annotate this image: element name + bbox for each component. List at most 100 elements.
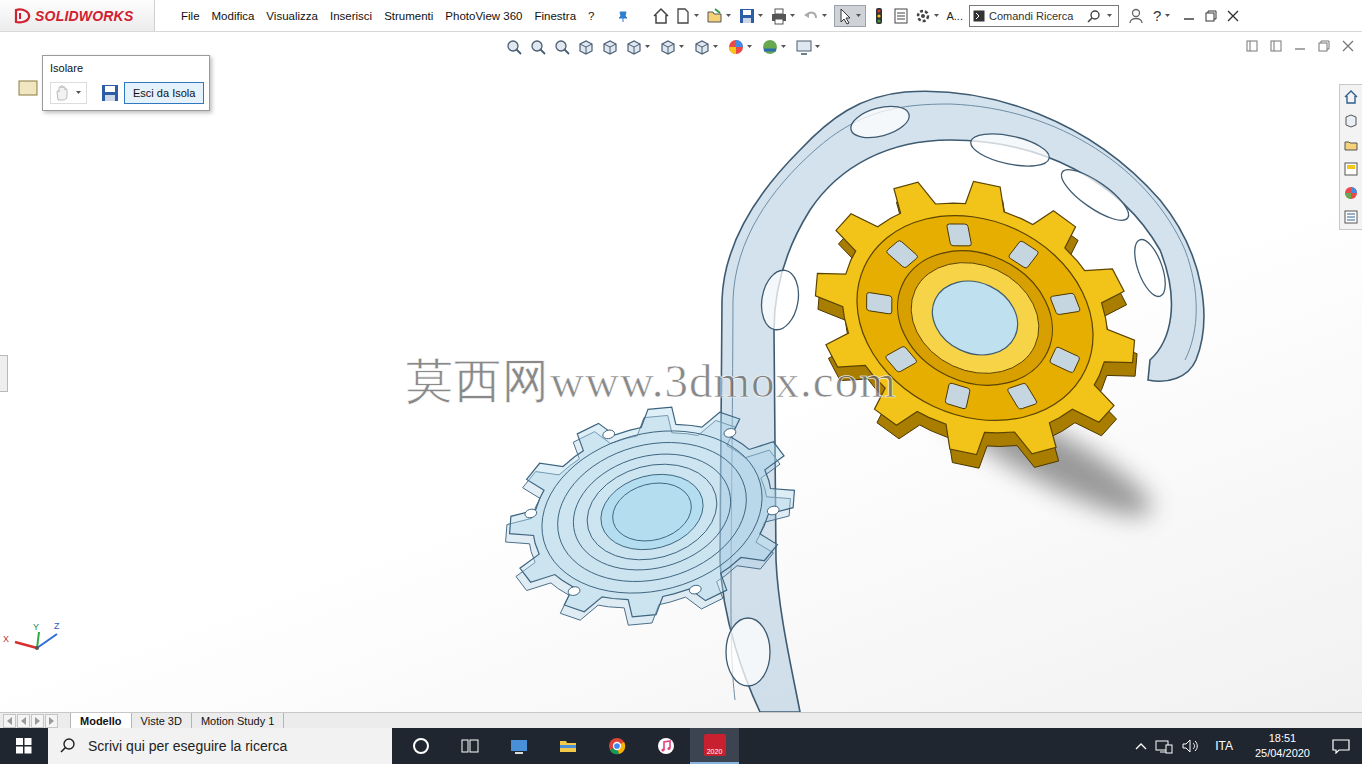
search-icon[interactable] <box>1087 9 1101 23</box>
print-icon[interactable] <box>770 7 788 25</box>
graphics-area[interactable]: 莫西网www.3dmox.comIsolareEsci da IsolaXYZ <box>0 32 1362 712</box>
dropdown-caret-icon[interactable] <box>790 14 796 18</box>
task-pane-tab[interactable] <box>1340 157 1362 181</box>
menu-item[interactable]: Inserisci <box>324 7 378 25</box>
last-tab-icon[interactable] <box>45 714 58 728</box>
model-tab-label[interactable]: Modello <box>80 715 122 727</box>
taskbar-app[interactable] <box>641 728 690 764</box>
show-hidden-icons-icon[interactable] <box>1135 741 1147 751</box>
dropdown-caret-icon[interactable] <box>1107 14 1113 18</box>
model-tab-label[interactable]: Viste 3D <box>141 715 182 727</box>
dropdown-caret-icon[interactable] <box>856 14 862 18</box>
exit-isolate-button[interactable]: Esci da Isola <box>124 82 204 104</box>
restore-view-icon[interactable] <box>1318 40 1330 52</box>
menu-item[interactable]: ? <box>582 7 600 25</box>
taskbar-app[interactable] <box>494 728 543 764</box>
taskbar-app-solidworks[interactable]: 2020 <box>690 728 739 764</box>
dropdown-caret-icon[interactable] <box>758 14 764 18</box>
minimize-view-icon[interactable] <box>1294 40 1306 52</box>
view-orientation-icon[interactable] <box>625 38 643 56</box>
model-tab[interactable]: Modello <box>70 713 132 728</box>
start-button[interactable] <box>0 728 48 764</box>
taskbar-app[interactable] <box>445 728 494 764</box>
feature-manager-icon[interactable] <box>18 79 38 97</box>
file-explorer-icon[interactable] <box>1343 137 1359 153</box>
design-library-icon[interactable] <box>1343 113 1359 129</box>
dropdown-caret-icon[interactable] <box>747 45 753 49</box>
zoom-fit-icon[interactable] <box>505 38 523 56</box>
windows-logo-icon[interactable] <box>16 738 32 754</box>
appearance-icon[interactable] <box>727 38 745 56</box>
volume-icon[interactable] <box>1181 738 1199 754</box>
file-explorer-icon[interactable] <box>558 736 578 756</box>
network-app-icon[interactable] <box>509 736 529 756</box>
cortana-icon[interactable] <box>411 736 431 756</box>
scene-icon[interactable] <box>761 38 779 56</box>
next-tab-icon[interactable] <box>31 714 44 728</box>
dropdown-caret-icon[interactable] <box>822 14 828 18</box>
dropdown-caret-icon[interactable] <box>934 14 940 18</box>
display-style-icon[interactable] <box>659 38 677 56</box>
undo-icon[interactable] <box>802 7 820 25</box>
task-pane-tab[interactable] <box>1340 109 1362 133</box>
notifications-icon[interactable] <box>1332 738 1350 754</box>
new-document-icon[interactable] <box>674 7 692 25</box>
options-icon[interactable] <box>914 7 932 25</box>
task-view-icon[interactable] <box>460 736 480 756</box>
task-pane-tab[interactable] <box>1340 205 1362 229</box>
restore-icon[interactable] <box>1205 10 1217 22</box>
select-icon[interactable] <box>836 7 854 25</box>
model-tab-label[interactable]: Motion Study 1 <box>201 715 274 727</box>
task-pane-tab[interactable] <box>1340 181 1362 205</box>
close-view-icon[interactable] <box>1342 40 1354 52</box>
dynamic-annotation-icon[interactable] <box>601 38 619 56</box>
help-label[interactable]: ? <box>1153 7 1161 24</box>
task-pane-tab[interactable] <box>1340 133 1362 157</box>
view-palette-icon[interactable] <box>1343 161 1359 177</box>
dropdown-caret-icon[interactable] <box>781 45 787 49</box>
dropdown-caret-icon[interactable] <box>713 45 719 49</box>
menu-item[interactable]: Modifica <box>206 7 261 25</box>
split-view-icon[interactable] <box>1246 40 1258 52</box>
view-triad[interactable]: XYZ <box>3 620 65 656</box>
minimize-icon[interactable] <box>1183 10 1195 22</box>
command-search[interactable]: Comandi Ricerca <box>969 5 1119 27</box>
solidworks-app-icon[interactable]: 2020 <box>704 734 726 756</box>
rebuild-icon[interactable] <box>870 7 888 25</box>
clock-date[interactable]: 25/04/2020 <box>1255 746 1310 761</box>
dropdown-caret-icon[interactable] <box>815 45 821 49</box>
menu-item[interactable]: File <box>175 7 206 25</box>
pin-icon[interactable] <box>616 9 630 23</box>
view-settings-icon[interactable] <box>795 38 813 56</box>
user-icon[interactable] <box>1129 8 1143 24</box>
file-properties-icon[interactable] <box>892 7 910 25</box>
model-tab[interactable]: Motion Study 1 <box>192 713 284 728</box>
save-icon[interactable] <box>101 84 119 102</box>
search-label[interactable]: Comandi Ricerca <box>989 10 1083 22</box>
menu-item[interactable]: PhotoView 360 <box>439 7 528 25</box>
previous-view-icon[interactable] <box>553 38 571 56</box>
close-icon[interactable] <box>1227 10 1239 22</box>
tile-view-icon[interactable] <box>1270 40 1282 52</box>
open-icon[interactable] <box>706 7 724 25</box>
clock-time[interactable]: 18:51 <box>1269 731 1297 746</box>
taskbar-app[interactable] <box>592 728 641 764</box>
menu-item[interactable]: Strumenti <box>378 7 439 25</box>
appearances-icon[interactable] <box>1343 185 1359 201</box>
clock[interactable]: 18:5125/04/2020 <box>1249 731 1316 761</box>
model-tab[interactable]: Viste 3D <box>132 713 192 728</box>
taskbar-search-placeholder[interactable]: Scrivi qui per eseguire la ricerca <box>88 738 287 754</box>
menu-item[interactable]: Visualizza <box>260 7 324 25</box>
taskbar-app[interactable] <box>396 728 445 764</box>
chrome-icon[interactable] <box>607 736 627 756</box>
dropdown-caret-icon[interactable] <box>694 14 700 18</box>
taskbar-app[interactable] <box>543 728 592 764</box>
solidworks-logo[interactable]: SOLIDWORKS <box>0 0 155 31</box>
home-icon[interactable] <box>1343 89 1359 105</box>
dropdown-caret-icon[interactable] <box>645 45 651 49</box>
dropdown-caret-icon[interactable] <box>76 91 82 95</box>
taskbar-search[interactable]: Scrivi qui per eseguire la ricerca <box>48 728 392 764</box>
custom-properties-icon[interactable] <box>1343 209 1359 225</box>
save-icon[interactable] <box>738 7 756 25</box>
task-pane-tab[interactable] <box>1340 85 1362 109</box>
